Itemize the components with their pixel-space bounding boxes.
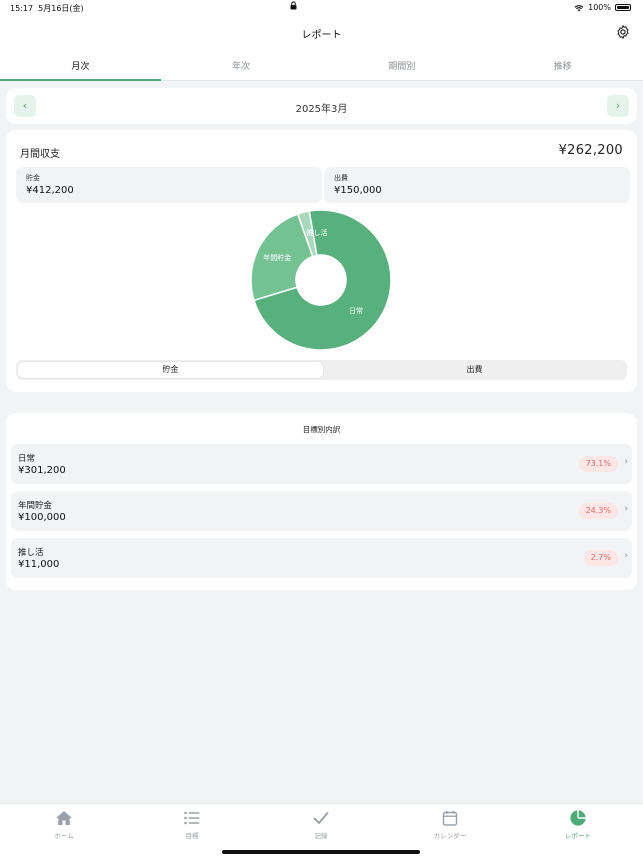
expenses-label: 出費 (334, 174, 348, 182)
current-month: 2025年3月 (295, 104, 348, 115)
tab-home[interactable]: ホーム (0, 810, 128, 840)
breakdown-title: 目標別内訳 (302, 425, 341, 434)
goal-name: 推し活 (18, 548, 44, 558)
chevron-right-icon: › (624, 504, 628, 514)
segment-savings[interactable]: 貯金 (18, 362, 323, 378)
pie-chart-icon (570, 810, 586, 826)
list-item[interactable]: 年間貯金 ¥100,000 24.3% › (11, 491, 632, 531)
pie-label-0: 日常 (349, 306, 363, 315)
status-right: 100% (574, 3, 631, 12)
status-time: 15:17 5月16日(金) (10, 3, 84, 14)
expenses-value: ¥150,000 (334, 185, 382, 196)
list-icon (184, 811, 200, 825)
lock-icon (290, 1, 297, 12)
tab-goals[interactable]: 目標 (128, 810, 256, 840)
next-month-button[interactable]: › (607, 95, 629, 117)
goal-amount: ¥301,200 (18, 465, 66, 476)
report-tabs: 月次 年次 期間別 推移 (0, 50, 643, 81)
date: 5月16日(金) (38, 4, 84, 13)
savings-donut-chart: 日常 年間貯金 推し活 (250, 209, 392, 351)
savings-value: ¥412,200 (26, 185, 74, 196)
goal-breakdown-card: 目標別内訳 日常 ¥301,200 73.1% › 年間貯金 ¥100,000 … (6, 413, 637, 590)
tab-label: 月次 (71, 62, 90, 72)
percent-badge: 73.1% (578, 456, 618, 472)
calendar-icon (442, 810, 458, 826)
tab-label: カレンダー (433, 832, 467, 840)
list-item[interactable]: 推し活 ¥11,000 2.7% › (11, 538, 632, 578)
savings-box: 貯金 ¥412,200 (16, 167, 322, 203)
navigation-bar: レポート (0, 16, 643, 50)
page-title: レポート (301, 30, 342, 41)
goal-amount: ¥11,000 (18, 559, 60, 570)
goal-name: 日常 (18, 454, 36, 464)
tab-label: 目標 (185, 832, 199, 840)
tab-label: 年次 (232, 62, 251, 72)
pie-label-2: 推し活 (307, 228, 328, 237)
home-indicator (222, 850, 420, 854)
tab-label: 推移 (553, 62, 572, 72)
goal-name: 年間貯金 (18, 501, 53, 511)
tab-label: 記録 (314, 832, 328, 840)
battery-icon (615, 4, 631, 11)
chevron-right-icon: › (615, 99, 621, 112)
summary-title: 月間収支 (20, 149, 60, 160)
gear-icon[interactable] (615, 24, 631, 40)
chart-segment-control: 貯金 出費 (16, 360, 627, 380)
wifi-icon (574, 4, 584, 11)
month-selector: ‹ 2025年3月 › (6, 88, 637, 124)
tab-record[interactable]: 記録 (257, 810, 385, 840)
tab-label: ホーム (54, 832, 74, 840)
home-icon (56, 811, 72, 825)
tab-report[interactable]: レポート (514, 810, 642, 840)
percent-badge: 24.3% (578, 503, 618, 519)
tab-yearly[interactable]: 年次 (161, 50, 322, 80)
tab-label: レポート (565, 832, 591, 840)
expenses-box: 出費 ¥150,000 (324, 167, 630, 203)
percent-badge: 2.7% (583, 550, 618, 566)
tab-period[interactable]: 期間別 (322, 50, 483, 80)
monthly-summary-card: 月間収支 ¥262,200 貯金 ¥412,200 出費 ¥150,000 日常… (6, 130, 637, 392)
chevron-right-icon: › (624, 457, 628, 467)
summary-total: ¥262,200 (558, 143, 623, 158)
battery-percent: 100% (588, 3, 611, 12)
checkmark-icon (313, 812, 329, 824)
tab-calendar[interactable]: カレンダー (386, 810, 514, 840)
tab-trend[interactable]: 推移 (482, 50, 643, 80)
bottom-tab-bar: ホーム 目標 記録 カレンダー レポート (0, 803, 643, 858)
clock: 15:17 (10, 4, 34, 13)
status-bar: 15:17 5月16日(金) 100% (0, 0, 643, 16)
pie-label-1: 年間貯金 (263, 253, 291, 262)
savings-label: 貯金 (26, 174, 40, 182)
chevron-right-icon: › (624, 551, 628, 561)
goal-amount: ¥100,000 (18, 512, 66, 523)
tab-label: 期間別 (388, 62, 416, 72)
tab-monthly[interactable]: 月次 (0, 50, 161, 81)
list-item[interactable]: 日常 ¥301,200 73.1% › (11, 444, 632, 484)
segment-expenses[interactable]: 出費 (322, 362, 627, 378)
